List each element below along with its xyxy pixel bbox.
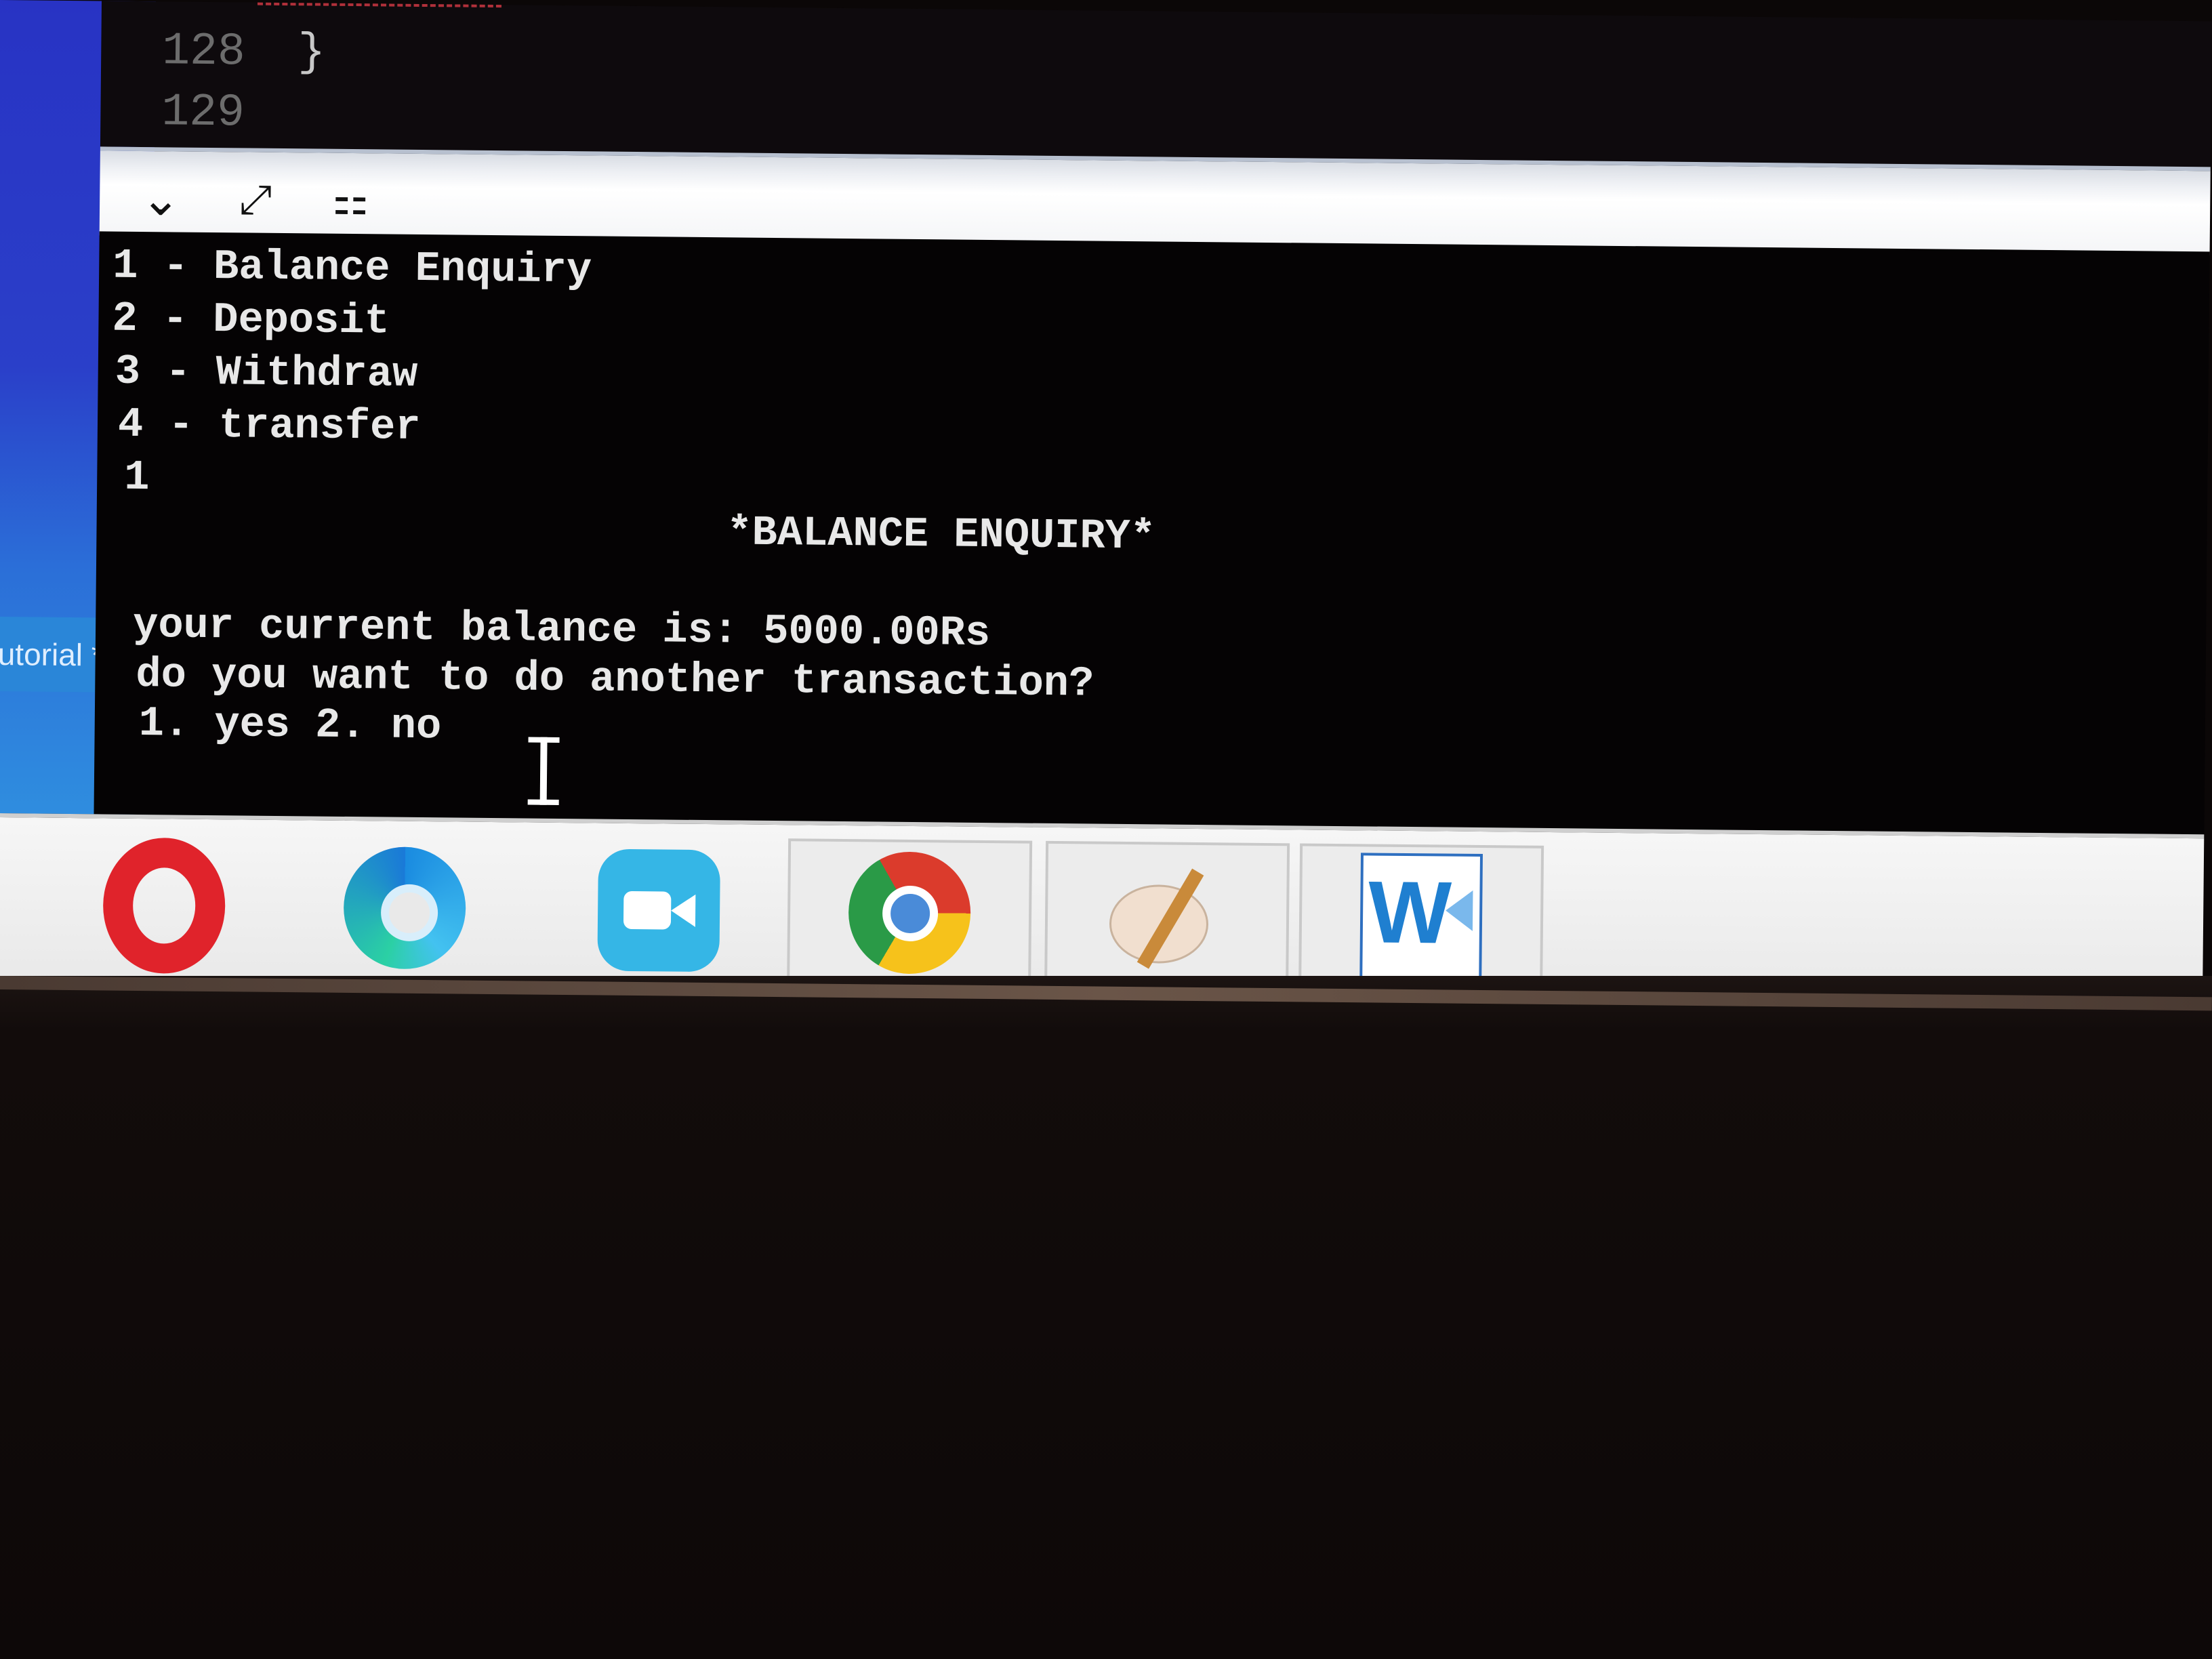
console-line: 1 — [123, 453, 150, 502]
partial-code-line — [257, 0, 502, 8]
code-text: } — [297, 26, 326, 79]
chevron-down-icon[interactable]: ⌄ — [134, 171, 188, 227]
console-line: do you want to do another transaction? — [136, 650, 1094, 708]
console-line: 1. yes 2. no — [138, 699, 442, 751]
console-line: 4 - transfer — [117, 400, 421, 451]
code-line: 129 — [161, 86, 298, 140]
balance-line: your current balance is: 5000.00Rs — [132, 600, 991, 658]
code-editor[interactable]: 128} 129 — [100, 0, 2212, 167]
pin-icon[interactable]: ⚏ — [323, 173, 378, 228]
paint-icon — [1102, 857, 1232, 973]
expand-icon[interactable]: ⤢ — [228, 172, 283, 227]
console-heading: *BALANCE ENQUIRY* — [726, 508, 1156, 561]
line-number: 128 — [161, 25, 246, 79]
console-line: 2 - Deposit — [112, 294, 390, 346]
edge-icon — [343, 846, 467, 970]
console-output[interactable]: 1 - Balance Enquiry 2 - Deposit 3 - With… — [94, 231, 2210, 835]
taskbar-paint[interactable] — [1044, 840, 1290, 989]
screen: utorial * 128} 129 ⌄ ⤢ ⚏ 1 - Balance Enq… — [0, 0, 2212, 1024]
taskbar-opera[interactable] — [41, 832, 287, 979]
console-line: 1 - Balance Enquiry — [112, 241, 592, 295]
line-number: 129 — [161, 86, 245, 140]
taskbar: W — [0, 813, 2205, 1002]
chrome-icon — [848, 851, 971, 975]
text-cursor-icon — [539, 737, 548, 805]
taskbar-edge[interactable] — [282, 834, 527, 981]
monitor-bezel — [0, 976, 2212, 1659]
console-line: 3 - Withdraw — [115, 347, 418, 398]
zoom-icon — [597, 848, 721, 972]
opera-icon — [102, 837, 226, 974]
word-icon: W — [1359, 852, 1483, 983]
code-line: 128} — [162, 25, 326, 79]
taskbar-word[interactable]: W — [1298, 843, 1544, 991]
taskbar-zoom[interactable] — [536, 836, 781, 984]
taskbar-chrome[interactable] — [787, 838, 1033, 987]
